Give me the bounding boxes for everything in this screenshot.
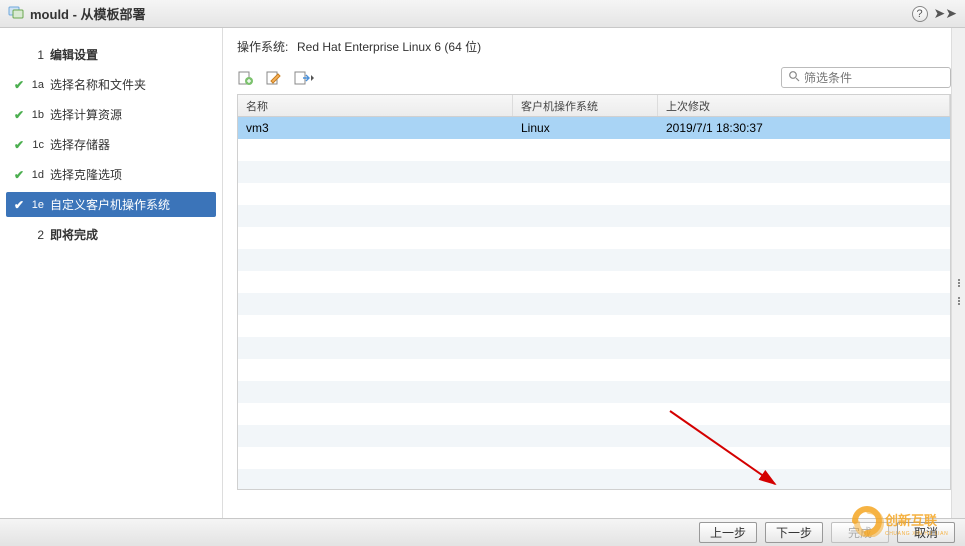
table-row: [238, 381, 950, 403]
cell-guest-os: Linux: [513, 121, 658, 135]
table-row: [238, 359, 950, 381]
step-1e-customize-guest-os[interactable]: ✔ 1e 自定义客户机操作系统: [6, 192, 216, 217]
filter-input-wrap[interactable]: ▼: [781, 67, 951, 88]
toolbar: ▼: [237, 67, 951, 88]
dialog-body: 1 编辑设置 ✔ 1a 选择名称和文件夹 ✔ 1b 选择计算资源 ✔ 1c 选择…: [0, 28, 965, 518]
table-row: [238, 469, 950, 490]
check-icon: ✔: [10, 78, 28, 92]
step-1c-select-storage[interactable]: ✔ 1c 选择存储器: [6, 132, 216, 157]
col-guest-os[interactable]: 客户机操作系统: [513, 95, 658, 116]
table-row: [238, 205, 950, 227]
wizard-sidebar: 1 编辑设置 ✔ 1a 选择名称和文件夹 ✔ 1b 选择计算资源 ✔ 1c 选择…: [0, 28, 223, 518]
table-row: [238, 337, 950, 359]
table-row: [238, 315, 950, 337]
table-body: vm3 Linux 2019/7/1 18:30:37: [238, 117, 950, 490]
step-1a-select-name-folder[interactable]: ✔ 1a 选择名称和文件夹: [6, 72, 216, 97]
cell-modified: 2019/7/1 18:30:37: [658, 121, 950, 135]
col-last-modified[interactable]: 上次修改: [658, 95, 950, 116]
table-row: [238, 271, 950, 293]
table-header: 名称 客户机操作系统 上次修改: [238, 95, 950, 117]
scroll-grip-icon[interactable]: [953, 278, 964, 288]
step-label: 即将完成: [50, 226, 98, 243]
step-2-ready[interactable]: 2 即将完成: [6, 222, 216, 247]
table-row: [238, 447, 950, 469]
col-name[interactable]: 名称: [238, 95, 513, 116]
table-row: [238, 183, 950, 205]
edit-spec-icon[interactable]: [265, 69, 283, 87]
step-label: 选择存储器: [50, 136, 110, 153]
table-row: [238, 161, 950, 183]
table-row[interactable]: vm3 Linux 2019/7/1 18:30:37: [238, 117, 950, 139]
check-icon: ✔: [10, 108, 28, 122]
next-button[interactable]: 下一步: [765, 522, 823, 543]
cancel-button[interactable]: 取消: [897, 522, 955, 543]
scroll-grip-icon[interactable]: [953, 296, 964, 306]
step-label: 自定义客户机操作系统: [50, 196, 170, 213]
table-row: [238, 249, 950, 271]
check-icon: ✔: [10, 198, 28, 212]
dialog-footer: 上一步 下一步 完成 取消: [0, 518, 965, 546]
main-panel: 操作系统: Red Hat Enterprise Linux 6 (64 位): [223, 28, 965, 518]
cell-name: vm3: [238, 121, 513, 135]
back-button[interactable]: 上一步: [699, 522, 757, 543]
step-1b-select-compute[interactable]: ✔ 1b 选择计算资源: [6, 102, 216, 127]
deploy-template-icon: [8, 4, 24, 23]
step-label: 选择克隆选项: [50, 166, 122, 183]
os-info-row: 操作系统: Red Hat Enterprise Linux 6 (64 位): [237, 38, 951, 55]
table-row: [238, 425, 950, 447]
step-label: 选择计算资源: [50, 106, 122, 123]
step-1-edit-settings[interactable]: 1 编辑设置: [6, 42, 216, 67]
check-icon: ✔: [10, 138, 28, 152]
step-1d-clone-options[interactable]: ✔ 1d 选择克隆选项: [6, 162, 216, 187]
import-spec-icon[interactable]: [293, 69, 315, 87]
table-row: [238, 139, 950, 161]
expand-icon[interactable]: ➤➤: [934, 5, 957, 22]
scrollbar[interactable]: [951, 28, 965, 518]
finish-button: 完成: [831, 522, 889, 543]
dialog-title: mould - 从模板部署: [30, 4, 146, 23]
table-row: [238, 403, 950, 425]
spec-table: 名称 客户机操作系统 上次修改 vm3 Linux 2019/7/1 18:30…: [237, 94, 951, 490]
new-spec-icon[interactable]: [237, 69, 255, 87]
titlebar: mould - 从模板部署 ? ➤➤: [0, 0, 965, 28]
check-icon: ✔: [10, 168, 28, 182]
os-label: 操作系统:: [237, 38, 297, 55]
step-label: 选择名称和文件夹: [50, 76, 146, 93]
table-row: [238, 293, 950, 315]
filter-input[interactable]: [804, 71, 959, 85]
table-row: [238, 227, 950, 249]
step-label: 编辑设置: [50, 46, 98, 63]
search-icon: [788, 70, 800, 85]
help-icon[interactable]: ?: [912, 6, 928, 22]
os-value: Red Hat Enterprise Linux 6 (64 位): [297, 38, 481, 55]
